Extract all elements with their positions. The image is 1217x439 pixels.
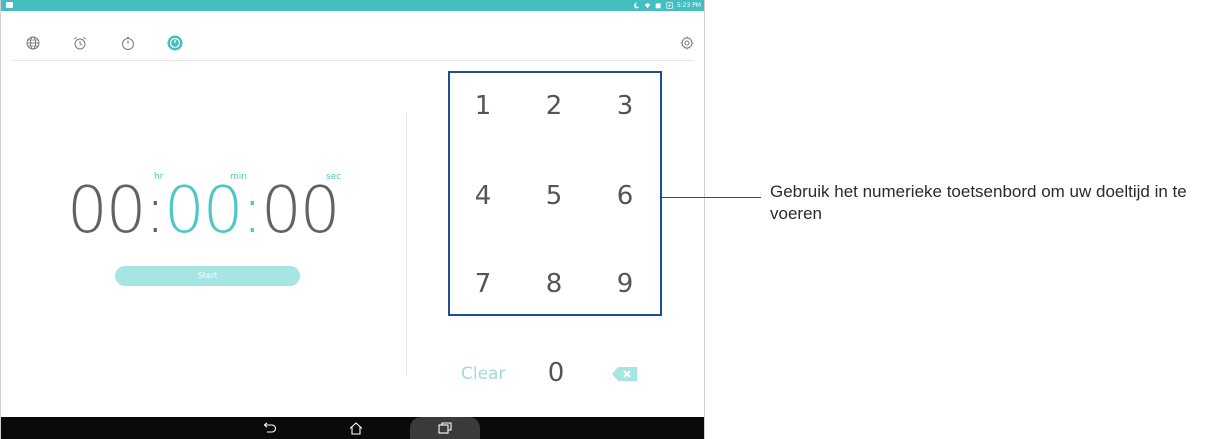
- timer-icon: [167, 35, 183, 51]
- keypad-key-4[interactable]: 4: [458, 181, 508, 211]
- keypad-key-1[interactable]: 1: [458, 91, 508, 121]
- gear-icon: [680, 36, 694, 50]
- start-button[interactable]: Start: [115, 266, 300, 286]
- tab-world-clock[interactable]: [25, 35, 41, 51]
- moon-icon: [633, 2, 640, 9]
- keypad-key-8[interactable]: 8: [529, 269, 579, 299]
- notification-icon: [6, 2, 13, 8]
- status-time: 5:23 PM: [676, 2, 701, 9]
- timer-separator: :: [144, 174, 166, 248]
- navigation-bar: [1, 417, 704, 439]
- timer-seconds[interactable]: 00: [261, 174, 340, 248]
- globe-icon: [26, 36, 40, 50]
- battery-charging-icon: [666, 2, 673, 9]
- settings-button[interactable]: [679, 35, 695, 51]
- callout-connector: [661, 197, 761, 198]
- tablet-screen: 5:23 PM hr min sec 00:00:00 Start 1 2 3 …: [0, 0, 705, 439]
- wifi-icon: [644, 3, 651, 9]
- app-bar-divider: [13, 60, 694, 61]
- keypad-key-6[interactable]: 6: [600, 181, 650, 211]
- clear-button[interactable]: Clear: [461, 364, 505, 384]
- vertical-divider: [406, 113, 407, 375]
- signal-icon: [655, 3, 661, 9]
- back-icon: [263, 422, 276, 433]
- status-bar: 5:23 PM: [1, 0, 704, 11]
- backspace-button[interactable]: [612, 366, 638, 381]
- keypad-key-9[interactable]: 9: [600, 269, 650, 299]
- tab-alarm[interactable]: [72, 35, 88, 51]
- alarm-icon: [74, 37, 86, 50]
- callout-text: Gebruik het numerieke toetsenbord om uw …: [770, 182, 1187, 223]
- app-bar: [1, 11, 704, 61]
- recent-apps-button[interactable]: [410, 417, 480, 439]
- home-button[interactable]: [348, 421, 364, 435]
- home-icon: [349, 421, 363, 435]
- timer-hours[interactable]: 00: [67, 174, 146, 248]
- keypad-key-5[interactable]: 5: [529, 181, 579, 211]
- stopwatch-icon: [122, 36, 134, 50]
- back-button[interactable]: [261, 421, 277, 435]
- timer-minutes[interactable]: 00: [164, 174, 243, 248]
- tab-stopwatch[interactable]: [120, 35, 136, 51]
- timer-separator: :: [241, 174, 263, 248]
- keypad-key-7[interactable]: 7: [458, 269, 508, 299]
- tab-timer[interactable]: [167, 35, 183, 51]
- keypad-key-0[interactable]: 0: [531, 358, 581, 388]
- keypad-key-3[interactable]: 3: [600, 91, 650, 121]
- recent-apps-icon: [438, 422, 452, 434]
- backspace-icon: [612, 367, 637, 381]
- status-bar-right: 5:23 PM: [633, 0, 701, 11]
- timer-display: 00:00:00: [67, 174, 340, 248]
- keypad-key-2[interactable]: 2: [529, 91, 579, 121]
